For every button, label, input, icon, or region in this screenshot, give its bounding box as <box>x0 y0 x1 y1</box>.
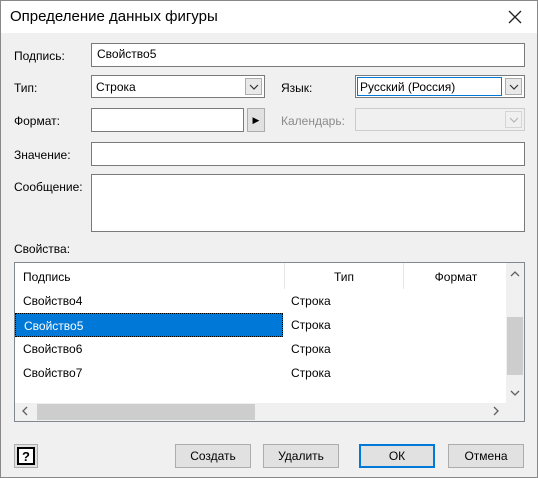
row-label: Свойство5 <box>15 313 283 337</box>
row-type: Строка <box>291 294 331 308</box>
properties-caption: Свойства: <box>14 242 71 256</box>
value-caption: Значение: <box>14 148 71 162</box>
scroll-left-icon[interactable] <box>17 406 33 419</box>
language-caption: Язык: <box>281 81 313 95</box>
list-header: Подпись Тип Формат <box>15 263 506 289</box>
ok-button[interactable]: ОК <box>359 444 435 468</box>
table-row-selected[interactable]: Свойство5 Строка <box>15 313 506 337</box>
language-select[interactable]: Русский (Россия) <box>355 75 525 98</box>
horizontal-scrollbar[interactable] <box>15 403 524 421</box>
scroll-right-icon[interactable] <box>488 406 504 419</box>
row-type: Строка <box>291 342 331 356</box>
row-type: Строка <box>291 366 331 380</box>
row-label: Свойство6 <box>23 342 83 356</box>
value-field[interactable] <box>91 142 525 166</box>
close-button[interactable] <box>493 1 537 33</box>
help-button[interactable]: ? <box>14 444 38 468</box>
row-label: Свойство7 <box>23 366 83 380</box>
message-caption: Сообщение: <box>14 180 83 194</box>
dialog-title: Определение данных фигуры <box>10 8 218 25</box>
row-type: Строка <box>291 318 331 332</box>
format-picker-button[interactable]: ▶ <box>247 108 265 132</box>
vertical-scrollbar[interactable] <box>506 263 524 403</box>
table-row[interactable]: Свойство7 Строка <box>15 361 506 385</box>
horizontal-scroll-thumb[interactable] <box>37 404 255 420</box>
chevron-down-icon[interactable] <box>245 78 262 95</box>
format-caption: Формат: <box>14 114 60 128</box>
close-icon <box>508 10 522 24</box>
format-field[interactable] <box>91 108 244 132</box>
play-arrow-icon: ▶ <box>252 114 260 125</box>
scroll-up-icon[interactable] <box>507 269 523 280</box>
calendar-caption: Календарь: <box>281 114 345 128</box>
vertical-scroll-thumb[interactable] <box>507 317 523 375</box>
label-caption: Подпись: <box>14 49 65 63</box>
create-button[interactable]: Создать <box>175 444 251 468</box>
help-icon: ? <box>17 447 35 465</box>
cancel-button[interactable]: Отмена <box>448 444 524 468</box>
type-select-value: Строка <box>96 80 136 94</box>
column-header-format[interactable]: Формат <box>404 263 508 289</box>
delete-button[interactable]: Удалить <box>263 444 339 468</box>
scroll-down-icon[interactable] <box>507 388 523 399</box>
title-bar: Определение данных фигуры <box>1 1 537 33</box>
language-select-value: Русский (Россия) <box>360 80 456 94</box>
message-textarea[interactable] <box>91 174 525 232</box>
chevron-down-icon[interactable] <box>505 111 522 128</box>
calendar-select[interactable] <box>355 108 525 131</box>
table-row[interactable]: Свойство4 Строка <box>15 289 506 313</box>
shape-data-dialog: Определение данных фигуры Подпись: Свойс… <box>0 0 538 478</box>
column-header-type[interactable]: Тип <box>285 263 404 289</box>
label-field[interactable]: Свойство5 <box>91 43 525 67</box>
label-field-value: Свойство5 <box>97 47 157 61</box>
properties-list[interactable]: Подпись Тип Формат Свойство4 Строка Свой… <box>14 262 525 422</box>
column-header-label[interactable]: Подпись <box>15 263 285 289</box>
type-caption: Тип: <box>14 81 38 95</box>
table-row[interactable]: Свойство6 Строка <box>15 337 506 361</box>
chevron-down-icon[interactable] <box>505 78 522 95</box>
row-label: Свойство4 <box>23 294 83 308</box>
type-select[interactable]: Строка <box>91 75 265 98</box>
